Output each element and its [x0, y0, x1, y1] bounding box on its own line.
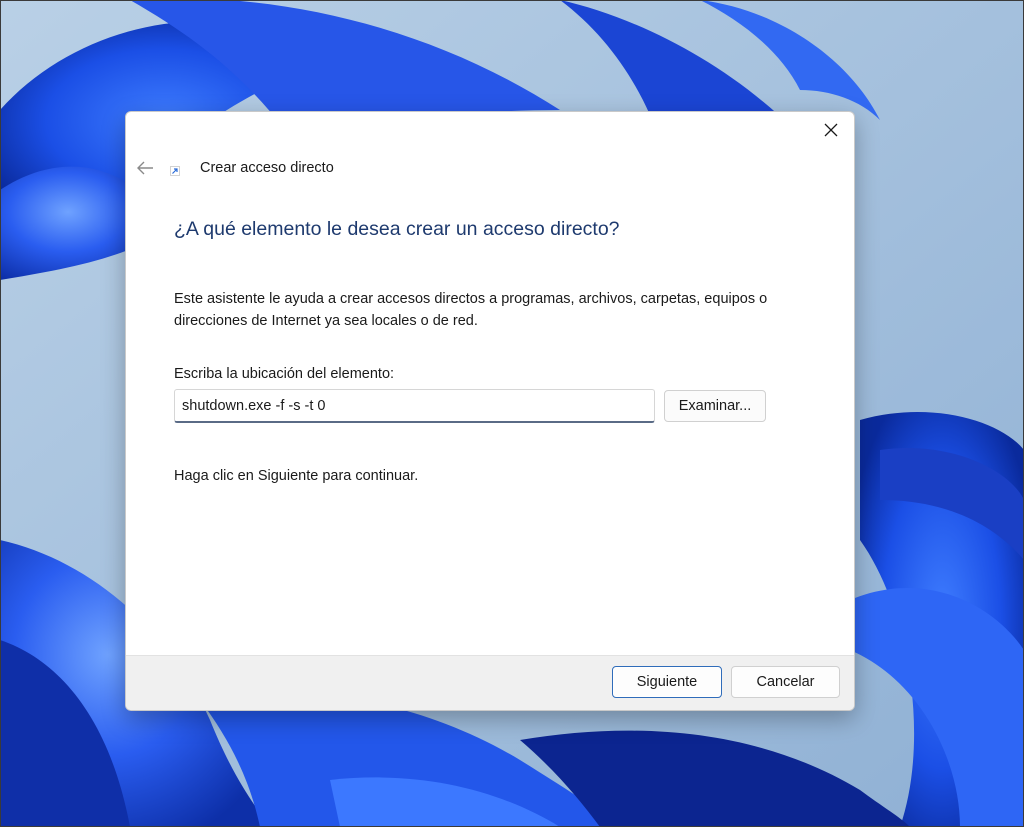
create-shortcut-dialog: Crear acceso directo ¿A qué elemento le … — [125, 111, 855, 711]
continue-instruction: Haga clic en Siguiente para continuar. — [174, 468, 419, 484]
wizard-header: Crear acceso directo — [134, 156, 334, 180]
wizard-description: Este asistente le ayuda a crear accesos … — [174, 291, 768, 329]
browse-button[interactable]: Examinar... — [664, 390, 766, 422]
dialog-footer: Siguiente Cancelar — [126, 655, 854, 710]
cancel-button[interactable]: Cancelar — [731, 666, 840, 698]
location-input[interactable] — [174, 389, 655, 423]
shortcut-arrow-icon — [170, 160, 186, 176]
location-label: Escriba la ubicación del elemento: — [174, 366, 395, 382]
next-button[interactable]: Siguiente — [612, 666, 722, 698]
wizard-title: Crear acceso directo — [200, 160, 334, 176]
back-arrow-icon — [137, 161, 153, 175]
close-icon — [824, 123, 838, 137]
page-heading: ¿A qué elemento le desea crear un acceso… — [174, 218, 620, 240]
desktop: Crear acceso directo ¿A qué elemento le … — [0, 0, 1024, 827]
back-button[interactable] — [134, 157, 156, 179]
close-button[interactable] — [816, 116, 846, 144]
